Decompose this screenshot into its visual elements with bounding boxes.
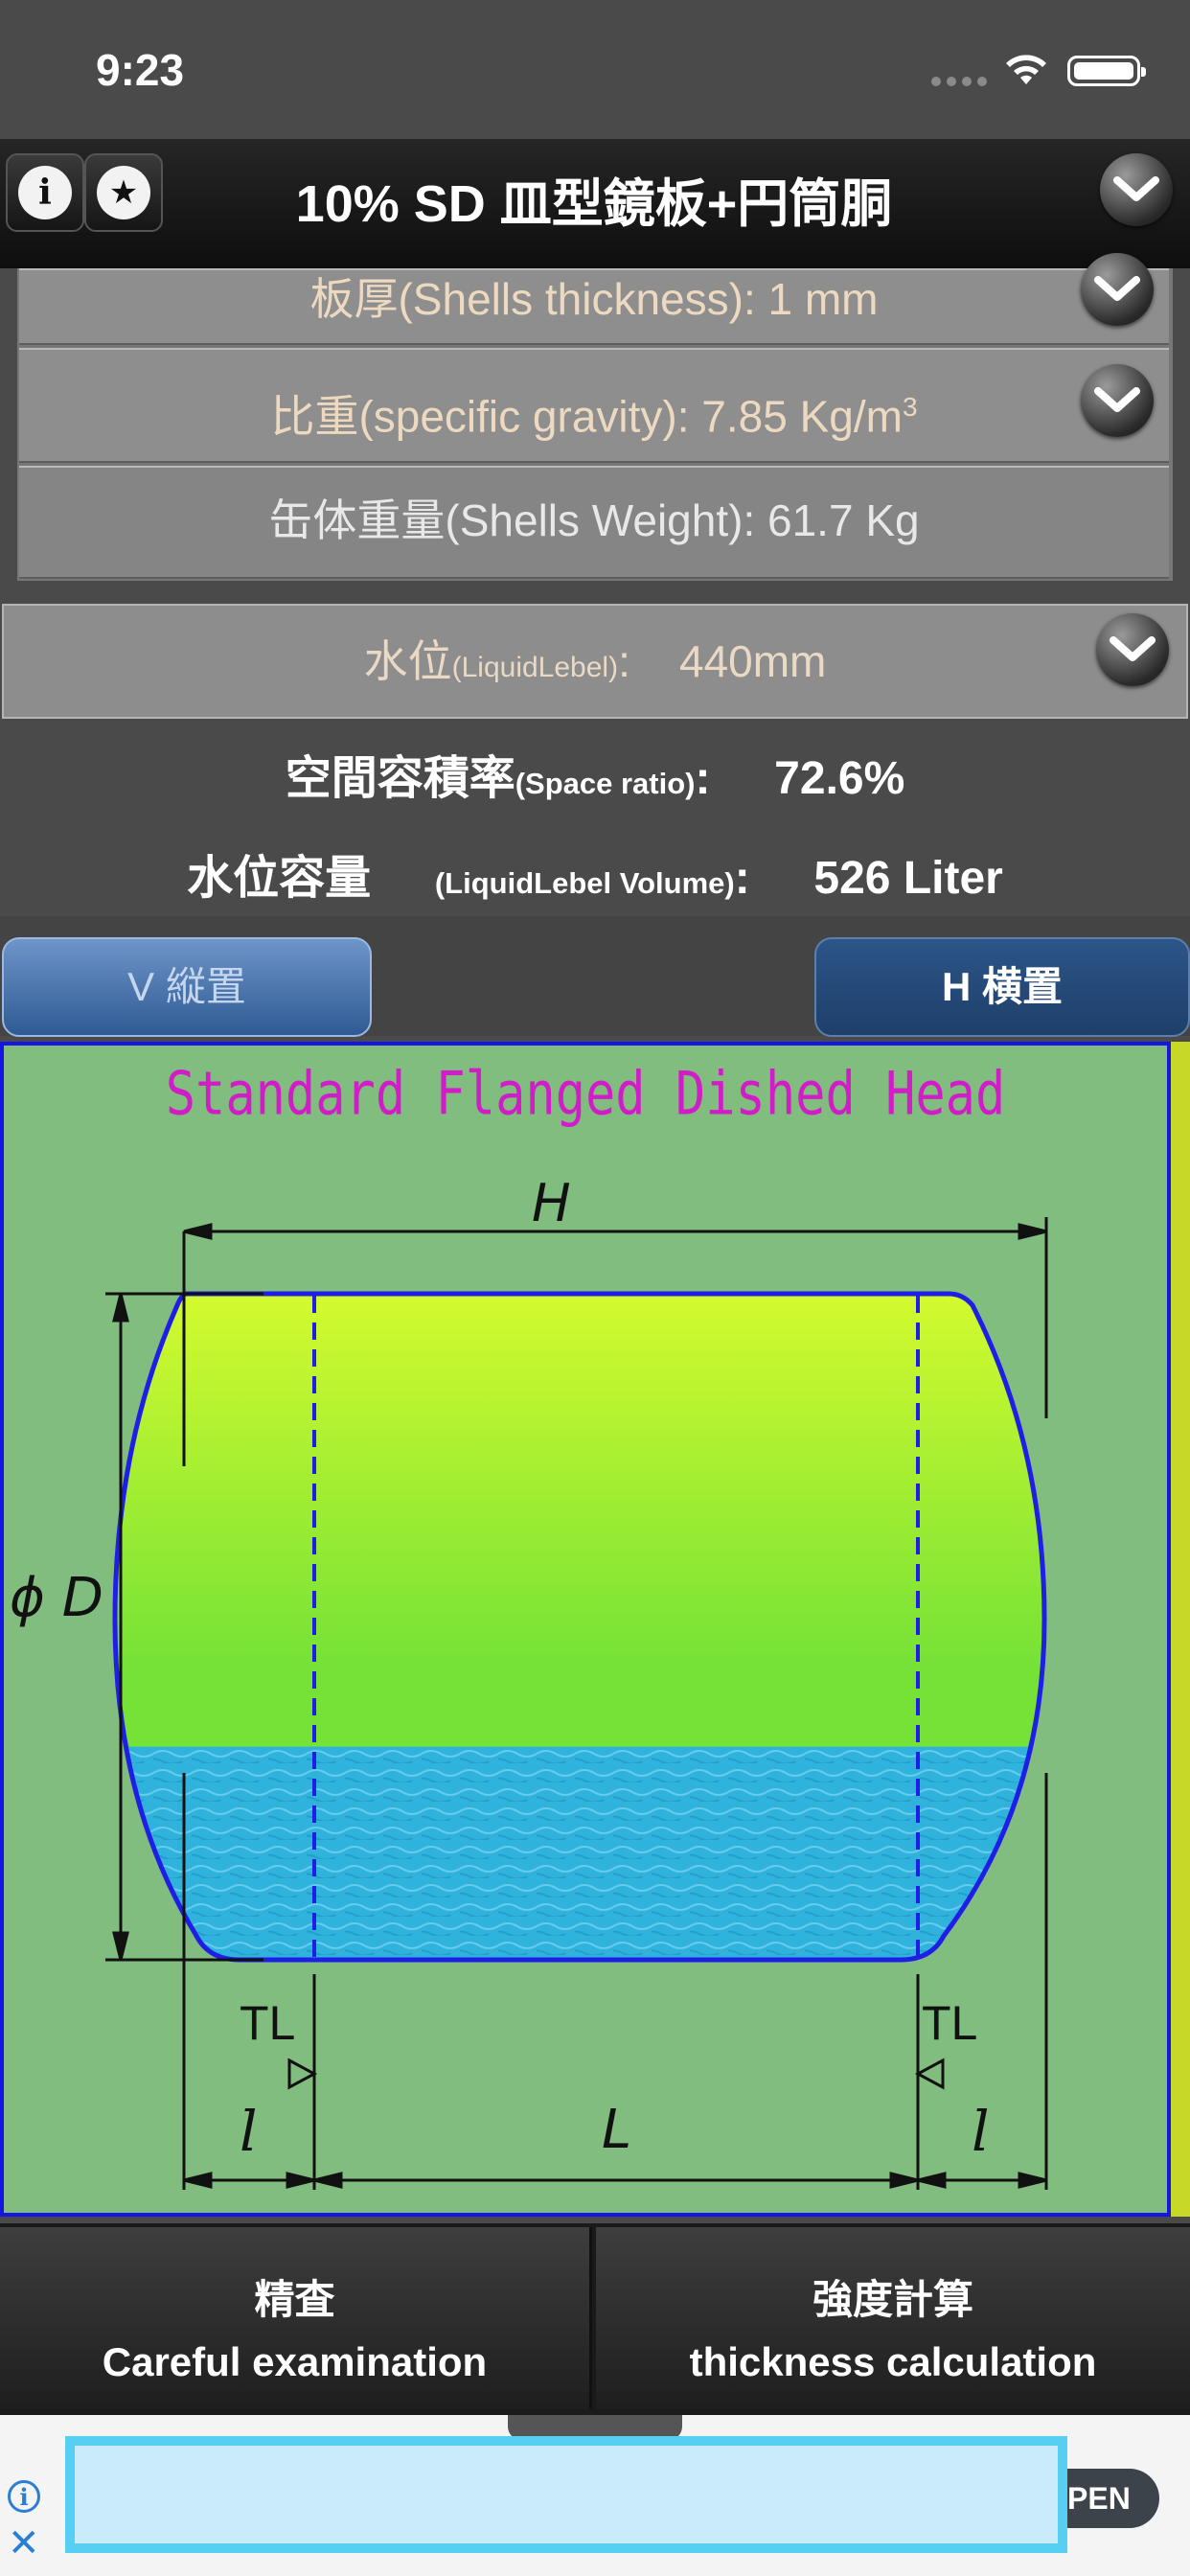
liquid-level-fill [115, 1746, 1044, 1960]
gravity-chevron-down-icon[interactable] [1081, 364, 1154, 437]
liquid-level-row[interactable]: 水位(LiquidLebel): 440mm [2, 604, 1188, 719]
liquid-level-value: 440mm [678, 636, 827, 686]
tab-vertical[interactable]: V 縦置 [2, 937, 372, 1037]
liquid-level-label-en: (LiquidLebel) [451, 652, 619, 683]
favorite-button[interactable]: ★ [84, 153, 163, 232]
thickness-calculation-button[interactable]: 強度計算 thickness calculation [596, 2227, 1190, 2409]
liquid-level-label: 水位 [363, 636, 452, 686]
shell-weight-text: 缶体重量(Shells Weight): 61.7 Kg [268, 495, 920, 545]
ad-content-box[interactable] [65, 2436, 1067, 2553]
ad-info-icon[interactable]: i [8, 2480, 40, 2513]
label-l-right: l [972, 2099, 990, 2164]
thickness-calculation-label-en: thickness calculation [689, 2339, 1097, 2384]
info-button[interactable]: i [6, 153, 84, 232]
liquid-level-volume: 水位容量 (LiquidLebel Volume): 526 Liter [0, 840, 1190, 907]
space-ratio-separator: : [695, 753, 711, 804]
specific-gravity-exponent: 3 [902, 392, 918, 422]
shell-thickness-row[interactable]: 板厚(Shells thickness): 1 mm [19, 268, 1169, 345]
label-diameter: ϕ D [10, 1567, 103, 1629]
space-ratio-value: 72.6% [774, 753, 905, 804]
status-time: 9:23 [96, 45, 185, 95]
label-l-left: l [240, 2099, 258, 2164]
careful-examination-label-en: Careful examination [102, 2339, 488, 2384]
label-l-center: L [602, 2099, 632, 2161]
ad-close-icon[interactable]: ✕ [8, 2524, 40, 2563]
shell-thickness-text: 板厚(Shells thickness): 1 mm [309, 274, 879, 324]
careful-examination-button[interactable]: 精査 Careful examination [0, 2227, 592, 2409]
liquid-chevron-down-icon[interactable] [1096, 613, 1169, 686]
specific-gravity-text: 比重(specific gravity): 7.85 Kg/m [270, 391, 903, 442]
page-title: 10% SD 皿型鏡板+円筒胴 [295, 175, 893, 233]
star-icon: ★ [97, 166, 150, 219]
label-tl-right: TL [922, 1996, 978, 2050]
liquid-volume-label-en: (LiquidLebel Volume) [434, 866, 735, 900]
liquid-volume-value: 526 Liter [813, 853, 1003, 904]
shell-weight-row: 缶体重量(Shells Weight): 61.7 Kg [19, 466, 1169, 579]
tab-horizontal[interactable]: H 横置 [814, 937, 1190, 1037]
space-ratio-label-en: (Space ratio) [515, 767, 696, 800]
label-tl-left: TL [240, 1996, 296, 2050]
cellular-signal-icon [931, 77, 993, 88]
specific-gravity-row[interactable]: 比重(specific gravity): 7.85 Kg/m3 [19, 348, 1169, 463]
vessel-drawing [105, 1217, 1048, 2190]
liquid-volume-separator: : [734, 853, 750, 904]
thickness-chevron-down-icon[interactable] [1081, 253, 1154, 326]
vessel-body [115, 1294, 1044, 1960]
thickness-calculation-label-jp: 強度計算 [812, 2277, 973, 2322]
diagram-edge-stripe [1171, 1042, 1190, 2217]
info-icon: i [18, 166, 72, 219]
battery-icon [1067, 56, 1146, 86]
liquid-volume-label: 水位容量 [187, 853, 372, 904]
title-dropdown-chevron-icon[interactable] [1100, 153, 1173, 226]
careful-examination-label-jp: 精査 [254, 2277, 335, 2322]
wifi-icon [1006, 55, 1046, 84]
space-ratio: 空間容積率(Space ratio): 72.6% [0, 740, 1190, 807]
label-h: H [532, 1173, 571, 1233]
liquid-level-separator: : [618, 636, 630, 686]
space-ratio-label: 空間容積率 [285, 753, 515, 804]
